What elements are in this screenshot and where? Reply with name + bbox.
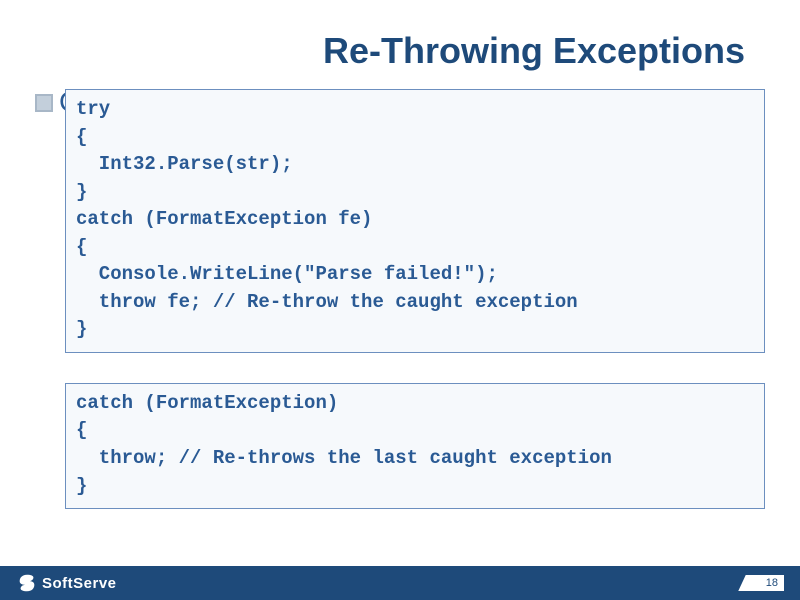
slide-body: Caught exceptions can be re-thrown again…: [0, 84, 800, 509]
slide-title: Re-Throwing Exceptions: [0, 0, 800, 84]
footer-bar: SoftServe 18: [0, 566, 800, 600]
brand-name: SoftServe: [42, 575, 117, 592]
code-block-2: catch (FormatException) { throw; // Re-t…: [65, 383, 765, 509]
square-bullet-icon: [35, 94, 53, 112]
code-block-1: try { Int32.Parse(str); } catch (FormatE…: [65, 89, 765, 353]
brand: SoftServe: [16, 572, 117, 594]
page-number: 18: [734, 575, 784, 591]
brand-logo-icon: [16, 572, 38, 594]
